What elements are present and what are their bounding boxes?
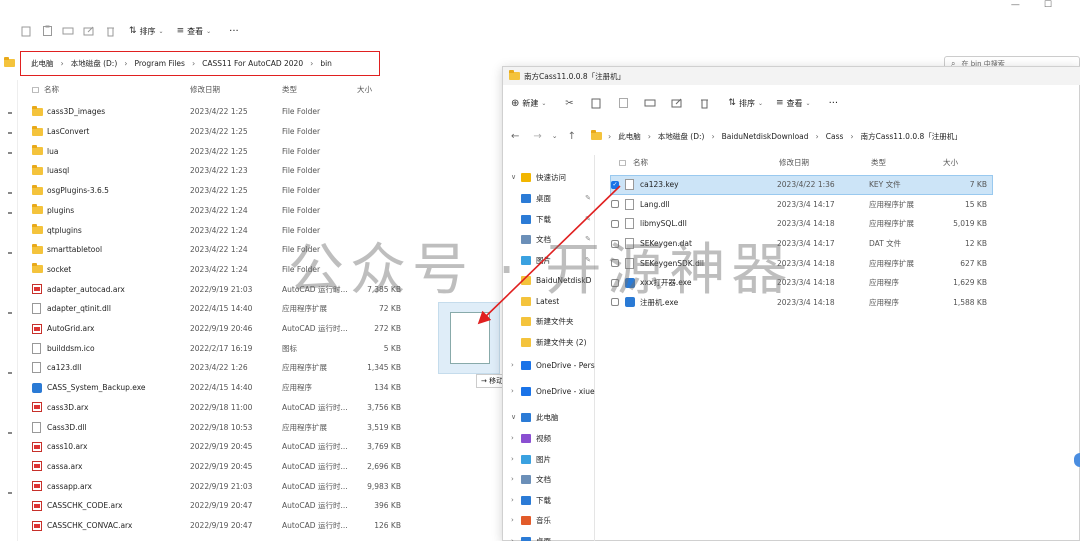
watermark-text: 公众号 · 开源神器 — [288, 238, 794, 303]
scrollbar-thumb[interactable] — [1074, 453, 1080, 467]
